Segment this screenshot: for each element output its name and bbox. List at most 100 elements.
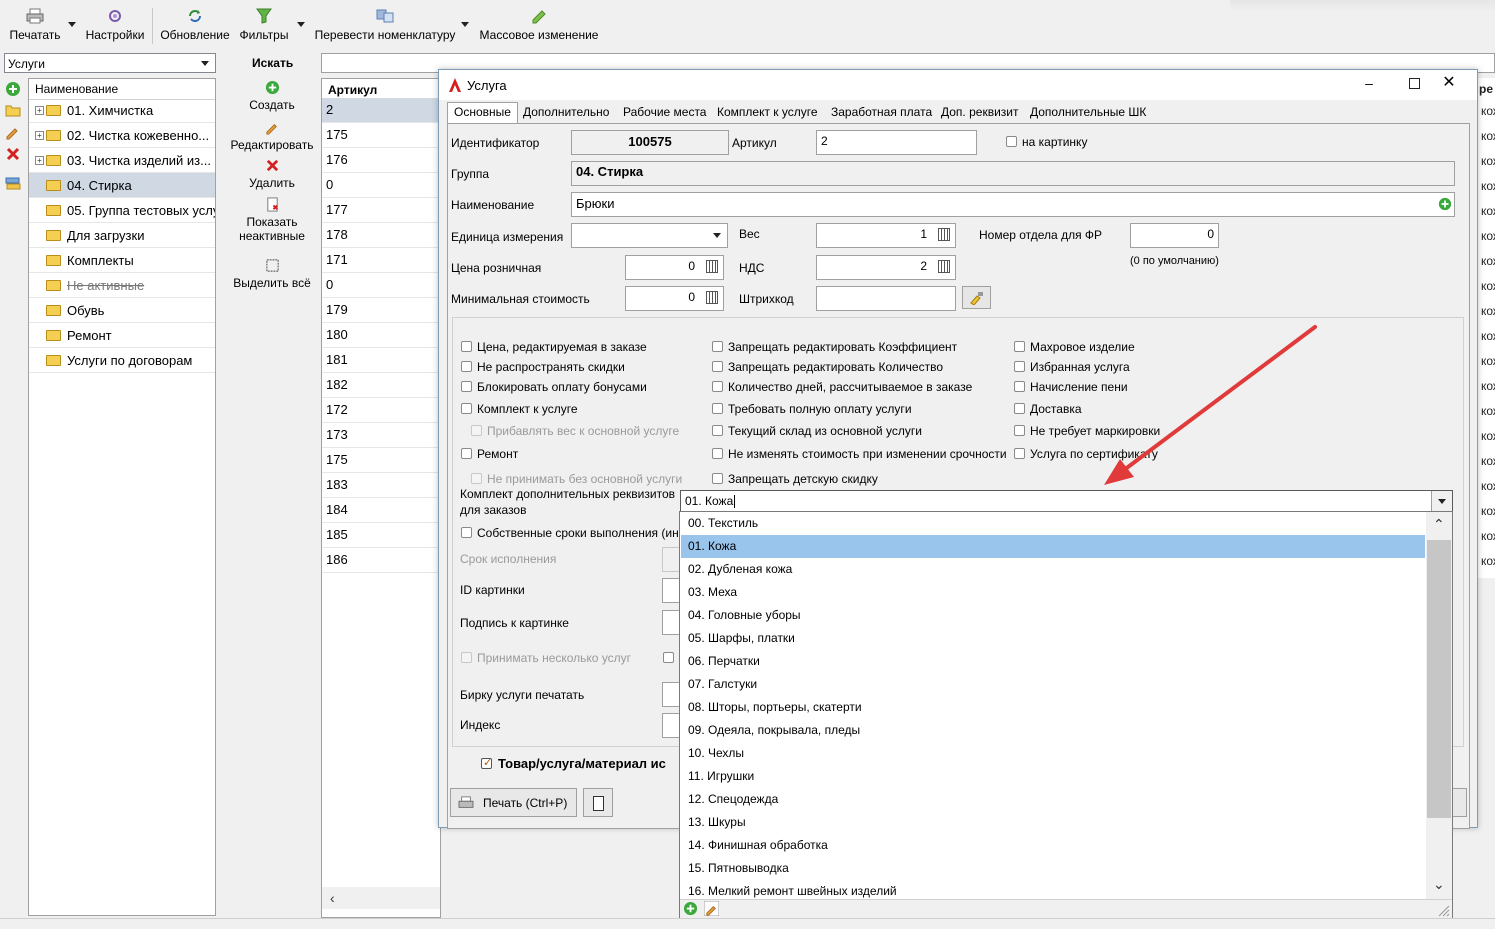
tab-extra-barcodes[interactable]: Дополнительные ШК xyxy=(1024,103,1152,123)
unit-select[interactable] xyxy=(571,223,728,248)
option-checkbox[interactable] xyxy=(461,341,472,352)
tab-additional[interactable]: Дополнительно xyxy=(517,103,615,123)
select-all-button[interactable]: Выделить всё xyxy=(222,258,322,290)
tree-item[interactable]: +01. Химчистка xyxy=(29,98,215,123)
own-terms-checkbox[interactable] xyxy=(461,527,472,538)
calculator-icon[interactable] xyxy=(938,260,950,273)
goods-flag-checkbox[interactable]: ✓ xyxy=(481,757,492,769)
resize-grip-icon[interactable] xyxy=(1434,901,1450,917)
dropdown-item[interactable]: 06. Перчатки xyxy=(681,650,1425,673)
option-checkbox[interactable] xyxy=(712,361,723,372)
dropdown-item[interactable]: 11. Игрушки xyxy=(681,765,1425,788)
edit-item-icon[interactable] xyxy=(704,901,719,916)
name-field[interactable]: Брюки xyxy=(571,192,1455,217)
table-row[interactable]: 178 xyxy=(322,223,440,248)
to-picture-checkbox[interactable] xyxy=(1006,136,1017,147)
calculator-icon[interactable] xyxy=(706,260,718,273)
option-checkbox[interactable] xyxy=(712,403,723,414)
table-row[interactable]: 171 xyxy=(322,248,440,273)
dropdown-item[interactable]: 13. Шкуры xyxy=(681,811,1425,834)
dropdown-item[interactable]: 00. Текстиль xyxy=(681,512,1425,535)
dropdown-item[interactable]: 02. Дубленая кожа xyxy=(681,558,1425,581)
tab-main[interactable]: Основные xyxy=(447,102,518,124)
expand-icon[interactable]: + xyxy=(35,131,44,140)
tree-item[interactable]: Обувь xyxy=(29,298,215,323)
tree-header[interactable]: Наименование xyxy=(29,79,215,100)
table-row[interactable]: 0 xyxy=(322,173,440,198)
print-button[interactable]: Печатать xyxy=(8,8,62,42)
dropdown-item[interactable]: 10. Чехлы xyxy=(681,742,1425,765)
tree-item[interactable]: Комплекты xyxy=(29,248,215,273)
table-row[interactable]: 2 xyxy=(322,98,440,123)
minimize-button[interactable]: – xyxy=(1349,72,1389,98)
scroll-left-icon[interactable]: ‹ xyxy=(330,890,335,906)
barcode-field[interactable] xyxy=(816,286,956,311)
table-row[interactable]: 173 xyxy=(322,423,440,448)
refresh-button[interactable]: Обновление xyxy=(158,8,232,42)
option-checkbox[interactable] xyxy=(1014,448,1025,459)
scrollbar-thumb[interactable] xyxy=(1427,540,1451,818)
add-translation-icon[interactable] xyxy=(1438,197,1452,211)
tree-item[interactable]: Услуги по договорам xyxy=(29,348,215,373)
kit-requisite-combo[interactable]: 01. Кожа xyxy=(680,490,1453,513)
option-checkbox[interactable] xyxy=(712,425,723,436)
option-checkbox[interactable] xyxy=(1014,381,1025,392)
article-field[interactable]: 2 xyxy=(816,130,977,155)
expand-icon[interactable]: + xyxy=(35,106,44,115)
table-row[interactable]: 175 xyxy=(322,448,440,473)
tree-item[interactable]: 04. Стирка xyxy=(29,173,215,198)
ok-button-edge[interactable] xyxy=(1451,788,1467,817)
scroll-up-icon[interactable]: ⌃ xyxy=(1433,516,1445,533)
maximize-button[interactable] xyxy=(1394,72,1434,98)
option-checkbox[interactable] xyxy=(712,448,723,459)
close-button[interactable]: ✕ xyxy=(1429,72,1469,98)
scroll-down-icon[interactable]: ⌄ xyxy=(1433,876,1445,893)
dialog-titlebar[interactable]: Услуга – ✕ xyxy=(439,70,1477,100)
calculator-icon[interactable] xyxy=(706,291,718,304)
print-dropdown-arrow[interactable] xyxy=(68,22,76,27)
option-checkbox[interactable] xyxy=(712,381,723,392)
weight-field[interactable]: 1 xyxy=(816,223,956,248)
option-checkbox[interactable] xyxy=(1014,361,1025,372)
dropdown-item[interactable]: 04. Головные уборы xyxy=(681,604,1425,627)
settings-button[interactable]: Настройки xyxy=(82,8,148,42)
table-row[interactable]: 0 xyxy=(322,273,440,298)
option-checkbox[interactable] xyxy=(712,473,723,484)
barcode-generate-button[interactable] xyxy=(962,286,991,309)
calculator-icon[interactable] xyxy=(938,228,950,241)
add-icon[interactable] xyxy=(5,81,21,97)
table-row[interactable]: 172 xyxy=(322,398,440,423)
filters-button[interactable]: Фильтры xyxy=(236,8,292,42)
vat-field[interactable]: 2 xyxy=(816,255,956,280)
table-row[interactable]: 184 xyxy=(322,498,440,523)
table-row[interactable]: 181 xyxy=(322,348,440,373)
mass-edit-button[interactable]: Массовое изменение xyxy=(476,8,602,42)
grid-header-article[interactable]: Артикул xyxy=(322,79,440,100)
dropdown-item[interactable]: 15. Пятновыводка xyxy=(681,857,1425,880)
dropdown-scrollbar[interactable]: ⌃ ⌄ xyxy=(1426,512,1452,899)
print-dialog-button[interactable]: Печать (Ctrl+P) xyxy=(450,788,577,817)
search-label[interactable]: Искать xyxy=(252,56,293,70)
preview-button[interactable] xyxy=(583,788,613,817)
edit-icon[interactable] xyxy=(5,124,21,140)
dropdown-item[interactable]: 08. Шторы, портьеры, скатерти xyxy=(681,696,1425,719)
table-row[interactable]: 183 xyxy=(322,473,440,498)
translate-nomenclature-button[interactable]: Перевести номенклатуру xyxy=(312,8,458,42)
tab-workplaces[interactable]: Рабочие места xyxy=(617,103,712,123)
tab-salary[interactable]: Заработная плата xyxy=(825,103,938,123)
tree-item[interactable]: Не активные xyxy=(29,273,215,298)
dropdown-item[interactable]: 07. Галстуки xyxy=(681,673,1425,696)
delete-icon[interactable] xyxy=(5,146,21,162)
horizontal-scrollbar[interactable]: ‹ xyxy=(322,887,440,909)
tree-item[interactable]: Для загрузки xyxy=(29,223,215,248)
add-item-icon[interactable] xyxy=(683,901,698,916)
folder-icon[interactable] xyxy=(5,102,21,118)
create-button[interactable]: Создать xyxy=(222,80,322,112)
delete-button[interactable]: Удалить xyxy=(222,158,322,190)
table-row[interactable]: 180 xyxy=(322,323,440,348)
dropdown-item[interactable]: 05. Шарфы, платки xyxy=(681,627,1425,650)
category-combo[interactable]: Услуги xyxy=(4,53,216,73)
option-checkbox[interactable] xyxy=(461,403,472,414)
move-icon[interactable] xyxy=(5,176,21,192)
option-checkbox[interactable] xyxy=(1014,403,1025,414)
